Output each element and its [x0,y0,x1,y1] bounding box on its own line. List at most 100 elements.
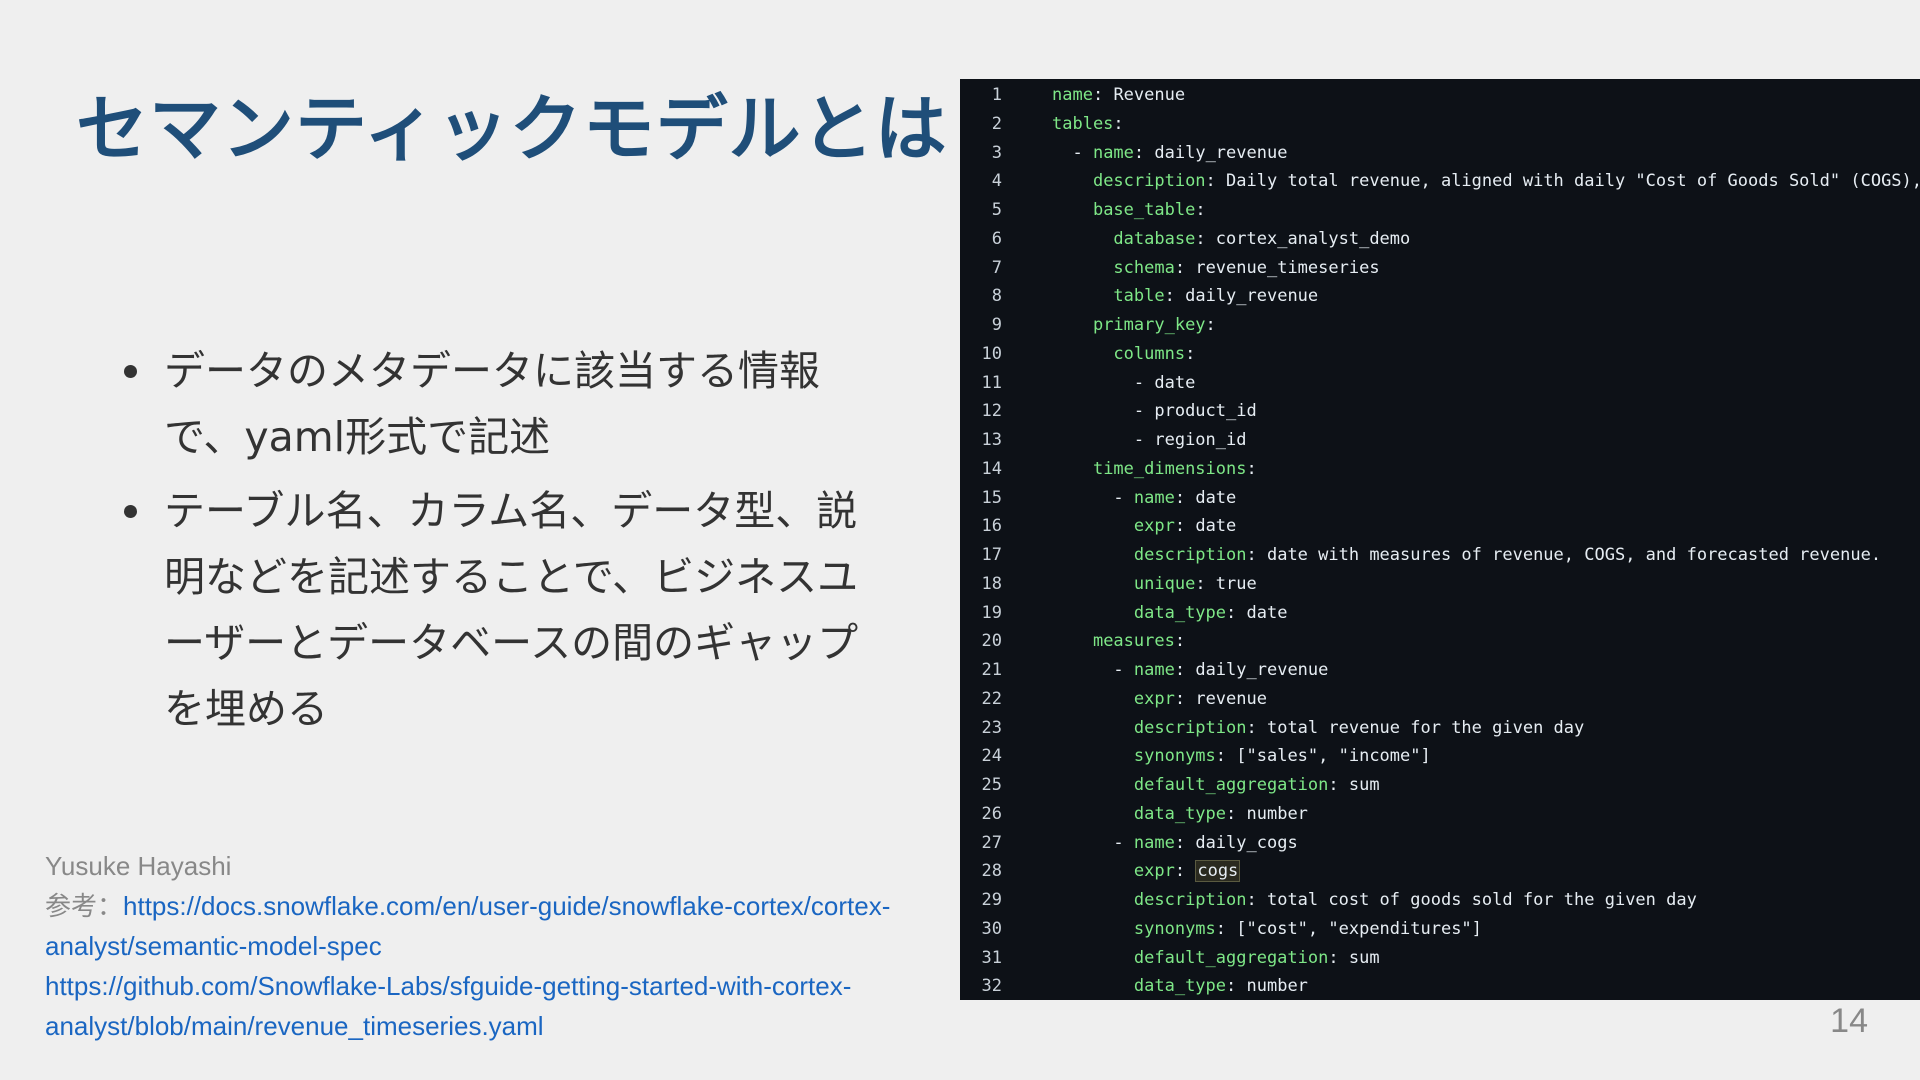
code-text: primary_key: [1092,315,1216,335]
yaml-key: default_aggregation [1133,775,1329,795]
yaml-value: Revenue [1103,85,1186,105]
yaml-key: tables [1052,113,1114,134]
code-text: default_aggregation: sum [1133,947,1380,968]
yaml-value: number [1236,976,1308,997]
yaml-key: expr [1133,688,1175,709]
code-line: 7 schema: revenue_timeseries [960,254,1920,283]
code-line: 16 expr: date [960,512,1920,541]
yaml-key: base_table [1092,200,1196,220]
code-text: expr: cogs [1133,860,1241,883]
code-text: - name: daily_cogs [1052,832,1298,853]
line-number: 30 [981,918,1002,939]
page-number: 14 [1830,1002,1868,1040]
yaml-value: date [1236,602,1288,623]
yaml-key: expr [1133,516,1175,537]
code-text: description: total cost of goods sold fo… [1133,890,1697,910]
code-text: data_type: number [1133,976,1308,997]
line-number: 23 [981,717,1002,738]
yaml-key: measures [1092,631,1175,652]
code-line: 8 table: daily_revenue [960,282,1920,311]
reference-link-docs[interactable]: https://docs.snowflake.com/en/user-guide… [45,891,890,961]
code-text: description: date with measures of reven… [1133,545,1882,565]
line-number: 8 [991,286,1002,307]
line-number: 18 [981,573,1002,594]
code-text: - region_id [1052,430,1247,450]
yaml-value: date [1185,487,1237,508]
line-number: 22 [981,688,1002,709]
code-line: 19 data_type: date [960,599,1920,628]
code-line: 1 name: Revenue [960,81,1920,110]
code-text: - product_id [1052,401,1257,422]
code-line: 11 - date [960,369,1920,398]
yaml-value: daily_revenue [1144,142,1288,163]
bullet-dot-icon [124,505,137,518]
yaml-key: description [1133,545,1247,565]
code-line: 10 columns: [960,340,1920,369]
yaml-key: name [1052,85,1093,105]
yaml-key: description [1133,717,1247,738]
code-text: schema: revenue_timeseries [1113,257,1380,278]
yaml-key: description [1133,890,1247,910]
yaml-value: total revenue for the given day [1256,717,1585,738]
line-number: 3 [991,142,1002,163]
yaml-key: primary_key [1092,315,1206,335]
yaml-value: Daily total revenue, aligned with daily … [1226,171,1920,192]
code-text: - name: daily_revenue [1052,142,1288,163]
code-line: 4 description: Daily total revenue, alig… [960,167,1920,196]
yaml-value: cogs [1195,860,1241,883]
reference-link-github[interactable]: https://github.com/Snowflake-Labs/sfguid… [45,971,851,1041]
yaml-value: date [1185,516,1237,537]
code-line: 3 - name: daily_revenue [960,139,1920,168]
yaml-value: cortex_analyst_demo [1205,228,1411,249]
yaml-value: sum [1338,775,1380,795]
yaml-key: name [1133,832,1175,853]
line-number: 31 [981,947,1002,968]
yaml-value: date [1154,372,1196,393]
slide-footer: Yusuke Hayashi 参考：https://docs.snowflake… [45,846,945,1046]
yaml-value: ["sales", "income"] [1226,746,1431,767]
code-line: 9 primary_key: [960,311,1920,340]
code-line: 17 description: date with measures of re… [960,541,1920,570]
yaml-value: daily_revenue [1185,660,1329,680]
code-text: database: cortex_analyst_demo [1113,228,1411,249]
yaml-key: time_dimensions [1092,458,1247,479]
reference-line: 参考：https://docs.snowflake.com/en/user-gu… [45,886,945,966]
yaml-key: data_type [1133,976,1227,997]
yaml-key: name [1092,142,1134,163]
yaml-key: database [1113,228,1196,249]
code-line: 21 - name: daily_revenue [960,656,1920,685]
code-line: 32 data_type: number [960,972,1920,1000]
yaml-value: ["cost", "expenditures"] [1226,918,1482,939]
code-text: time_dimensions: [1092,458,1257,479]
code-text: unique: true [1133,573,1257,594]
code-line: 26 data_type: number [960,800,1920,829]
author-name: Yusuke Hayashi [45,851,232,881]
code-text: synonyms: ["cost", "expenditures"] [1133,918,1482,939]
code-line: 28 expr: cogs [960,857,1920,886]
code-text: name: Revenue [1052,85,1186,105]
line-number: 32 [981,976,1002,997]
code-line: 24 synonyms: ["sales", "income"] [960,742,1920,771]
line-number: 6 [991,228,1002,249]
line-number: 1 [991,85,1002,105]
yaml-value: true [1205,573,1257,594]
code-text: base_table: [1092,200,1206,220]
yaml-key: columns [1113,343,1186,364]
yaml-key: name [1133,660,1175,680]
code-text: measures: [1092,631,1186,652]
yaml-key: default_aggregation [1133,947,1329,968]
bullet-item: データのメタデータに該当する情報で、yaml形式で記述 [120,338,880,470]
code-line: 12 - product_id [960,397,1920,426]
bullet-dot-icon [124,365,137,378]
line-number: 19 [981,602,1002,623]
bullet-item: テーブル名、カラム名、データ型、説明などを記述することで、ビジネスユーザーとデー… [120,478,880,742]
yaml-key: synonyms [1133,746,1216,767]
bullet-text: データのメタデータに該当する情報で、yaml形式で記述 [164,347,820,461]
code-text: data_type: number [1133,803,1308,824]
code-line: 25 default_aggregation: sum [960,771,1920,800]
yaml-key: schema [1113,257,1175,278]
yaml-value: total cost of goods sold for the given d… [1256,890,1697,910]
line-number: 12 [981,401,1002,422]
code-text: table: daily_revenue [1113,286,1319,307]
yaml-value: region_id [1154,430,1247,450]
